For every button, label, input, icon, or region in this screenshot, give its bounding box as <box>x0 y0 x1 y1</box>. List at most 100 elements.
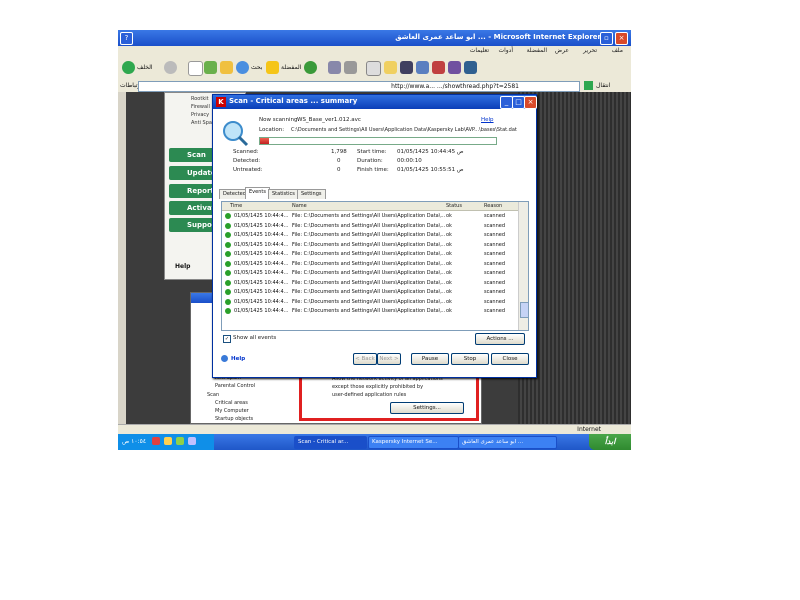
back-label[interactable]: الخلف <box>137 64 153 71</box>
edit-icon[interactable] <box>366 61 381 76</box>
nav-rootkit[interactable]: Rootkit <box>191 96 209 102</box>
ie-title-text: ابو ساعد عمری العاشق ... - Microsoft Int… <box>395 33 601 41</box>
detected-value: 0 <box>337 158 341 164</box>
settings-button[interactable]: Settings... <box>390 402 464 414</box>
tree-critical[interactable]: Critical areas <box>215 400 248 406</box>
address-input[interactable]: http://www.a... .../showthread.php?t=258… <box>138 81 580 92</box>
forward-icon[interactable] <box>164 61 177 74</box>
scan-dialog-title-bar[interactable]: K Scan - Critical areas ... summary _ □ … <box>213 95 537 109</box>
task-kaspersky[interactable]: Kaspersky Internet Se... <box>368 436 459 449</box>
messenger-icon[interactable] <box>400 61 413 74</box>
favorites-icon[interactable] <box>266 61 279 74</box>
mail-icon[interactable] <box>328 61 341 74</box>
column-time[interactable]: Time <box>230 203 242 209</box>
close-icon[interactable]: × <box>615 32 628 45</box>
table-row[interactable]: 01/05/1425 10:44:4... File: C:\Documents … <box>222 231 518 240</box>
back-icon[interactable] <box>122 61 135 74</box>
tray-volume-icon[interactable] <box>176 437 184 445</box>
cell-name: File: C:\Documents and Settings\All User… <box>292 222 446 229</box>
cell-time: 01/05/1425 10:44:4... <box>234 222 289 229</box>
next-button[interactable]: Next > <box>377 353 401 365</box>
table-row[interactable]: 01/05/1425 10:44:4... File: C:\Documents … <box>222 212 518 221</box>
addon-icon[interactable] <box>432 61 445 74</box>
start-button[interactable]: ابدأ <box>589 434 631 450</box>
table-row[interactable]: 01/05/1425 10:44:4... File: C:\Documents … <box>222 241 518 250</box>
table-row[interactable]: 01/05/1425 10:44:4... File: C:\Documents … <box>222 279 518 288</box>
tree-parental[interactable]: Parental Control <box>215 383 255 389</box>
cell-name: File: C:\Documents and Settings\All User… <box>292 260 446 267</box>
column-reason[interactable]: Reason <box>484 203 502 209</box>
cell-status: ok <box>446 279 452 286</box>
cell-status: ok <box>446 213 452 219</box>
clock: ١٠:٥٤ ص <box>122 438 147 445</box>
tree-scan[interactable]: Scan <box>207 392 219 398</box>
events-scrollbar[interactable] <box>518 202 529 330</box>
ok-status-icon <box>225 298 231 305</box>
help-icon[interactable]: ? <box>120 32 133 45</box>
pause-button[interactable]: Pause <box>411 353 449 365</box>
history-icon[interactable] <box>304 61 317 74</box>
table-row[interactable]: 01/05/1425 10:44:4... File: C:\Documents … <box>222 307 518 316</box>
column-name[interactable]: Name <box>292 203 307 209</box>
help-button[interactable]: Help <box>231 356 245 362</box>
nav-privacy[interactable]: Privacy <box>191 112 209 118</box>
addon-icon-3[interactable] <box>464 61 477 74</box>
tray-network-icon[interactable] <box>164 437 172 445</box>
table-row[interactable]: 01/05/1425 10:44:4... File: C:\Documents … <box>222 250 518 259</box>
table-row[interactable]: 01/05/1425 10:44:4... File: C:\Documents … <box>222 269 518 278</box>
search-label[interactable]: بحث <box>251 64 262 71</box>
dialog-close-icon[interactable]: × <box>524 96 537 109</box>
menu-tools[interactable]: أدوات <box>498 47 513 54</box>
scrollbar-thumb[interactable] <box>520 302 529 318</box>
go-icon[interactable] <box>584 81 593 90</box>
home-icon[interactable] <box>220 61 233 74</box>
tray-language-icon[interactable] <box>188 437 196 445</box>
menu-edit[interactable]: تحرير <box>583 47 597 54</box>
ie-title-bar[interactable]: ابو ساعد عمری العاشق ... - Microsoft Int… <box>118 30 631 46</box>
close-button[interactable]: Close <box>491 353 529 365</box>
tab-settings[interactable]: Settings <box>297 189 326 199</box>
scan-dialog: K Scan - Critical areas ... summary _ □ … <box>212 94 537 378</box>
restore-icon[interactable]: ▫ <box>600 32 613 45</box>
nav-firewall[interactable]: Firewall <box>191 104 210 110</box>
start-time-value: 01/05/1425 10:44:45 ص <box>397 149 464 155</box>
addon-icon-2[interactable] <box>448 61 461 74</box>
tab-events[interactable]: Events <box>245 187 270 199</box>
help-link[interactable]: Help <box>481 117 494 123</box>
detected-label: Detected: <box>233 158 261 164</box>
tool-icon[interactable] <box>416 61 429 74</box>
tree-startup[interactable]: Startup objects <box>215 416 253 422</box>
folder-icon[interactable] <box>384 61 397 74</box>
task-browser[interactable]: ابو ساعد عمری العاشق ... <box>458 436 557 449</box>
cell-status: ok <box>446 222 452 229</box>
table-row[interactable]: 01/05/1425 10:44:4... File: C:\Documents … <box>222 260 518 269</box>
print-icon[interactable] <box>344 61 357 74</box>
table-row[interactable]: 01/05/1425 10:44:4... File: C:\Documents … <box>222 222 518 231</box>
table-row[interactable]: 01/05/1425 10:44:4... File: C:\Documents … <box>222 288 518 297</box>
menu-help[interactable]: تعليمات <box>470 47 489 54</box>
menu-file[interactable]: ملف <box>612 47 623 54</box>
magnifier-icon <box>223 121 249 147</box>
cell-time: 01/05/1425 10:44:4... <box>234 289 289 295</box>
refresh-icon[interactable] <box>204 61 217 74</box>
help-link[interactable]: Help <box>175 263 190 270</box>
stop-icon[interactable] <box>188 61 203 76</box>
menu-favorites[interactable]: المفضلة <box>527 47 547 54</box>
menu-view[interactable]: عرض <box>555 47 569 54</box>
sidebar-scan-label: Scan <box>187 151 206 159</box>
go-label[interactable]: انتقال <box>596 82 610 89</box>
stop-button[interactable]: Stop <box>451 353 489 365</box>
show-all-events-checkbox[interactable]: ✓ <box>223 335 231 343</box>
task-scan[interactable]: Scan - Critical ar... <box>294 436 367 449</box>
tree-mycomputer[interactable]: My Computer <box>215 408 249 414</box>
search-icon[interactable] <box>236 61 249 74</box>
cell-status: ok <box>446 232 452 238</box>
column-status[interactable]: Status <box>446 203 462 209</box>
table-row[interactable]: 01/05/1425 10:44:4... File: C:\Documents … <box>222 298 518 307</box>
back-button[interactable]: < Back <box>353 353 377 365</box>
ok-status-icon <box>225 241 231 248</box>
tab-statistics[interactable]: Statistics <box>268 189 299 199</box>
favorites-label[interactable]: المفضلة <box>281 64 301 71</box>
tray-kaspersky-icon[interactable] <box>152 437 160 445</box>
actions-button[interactable]: Actions ... <box>475 333 525 345</box>
